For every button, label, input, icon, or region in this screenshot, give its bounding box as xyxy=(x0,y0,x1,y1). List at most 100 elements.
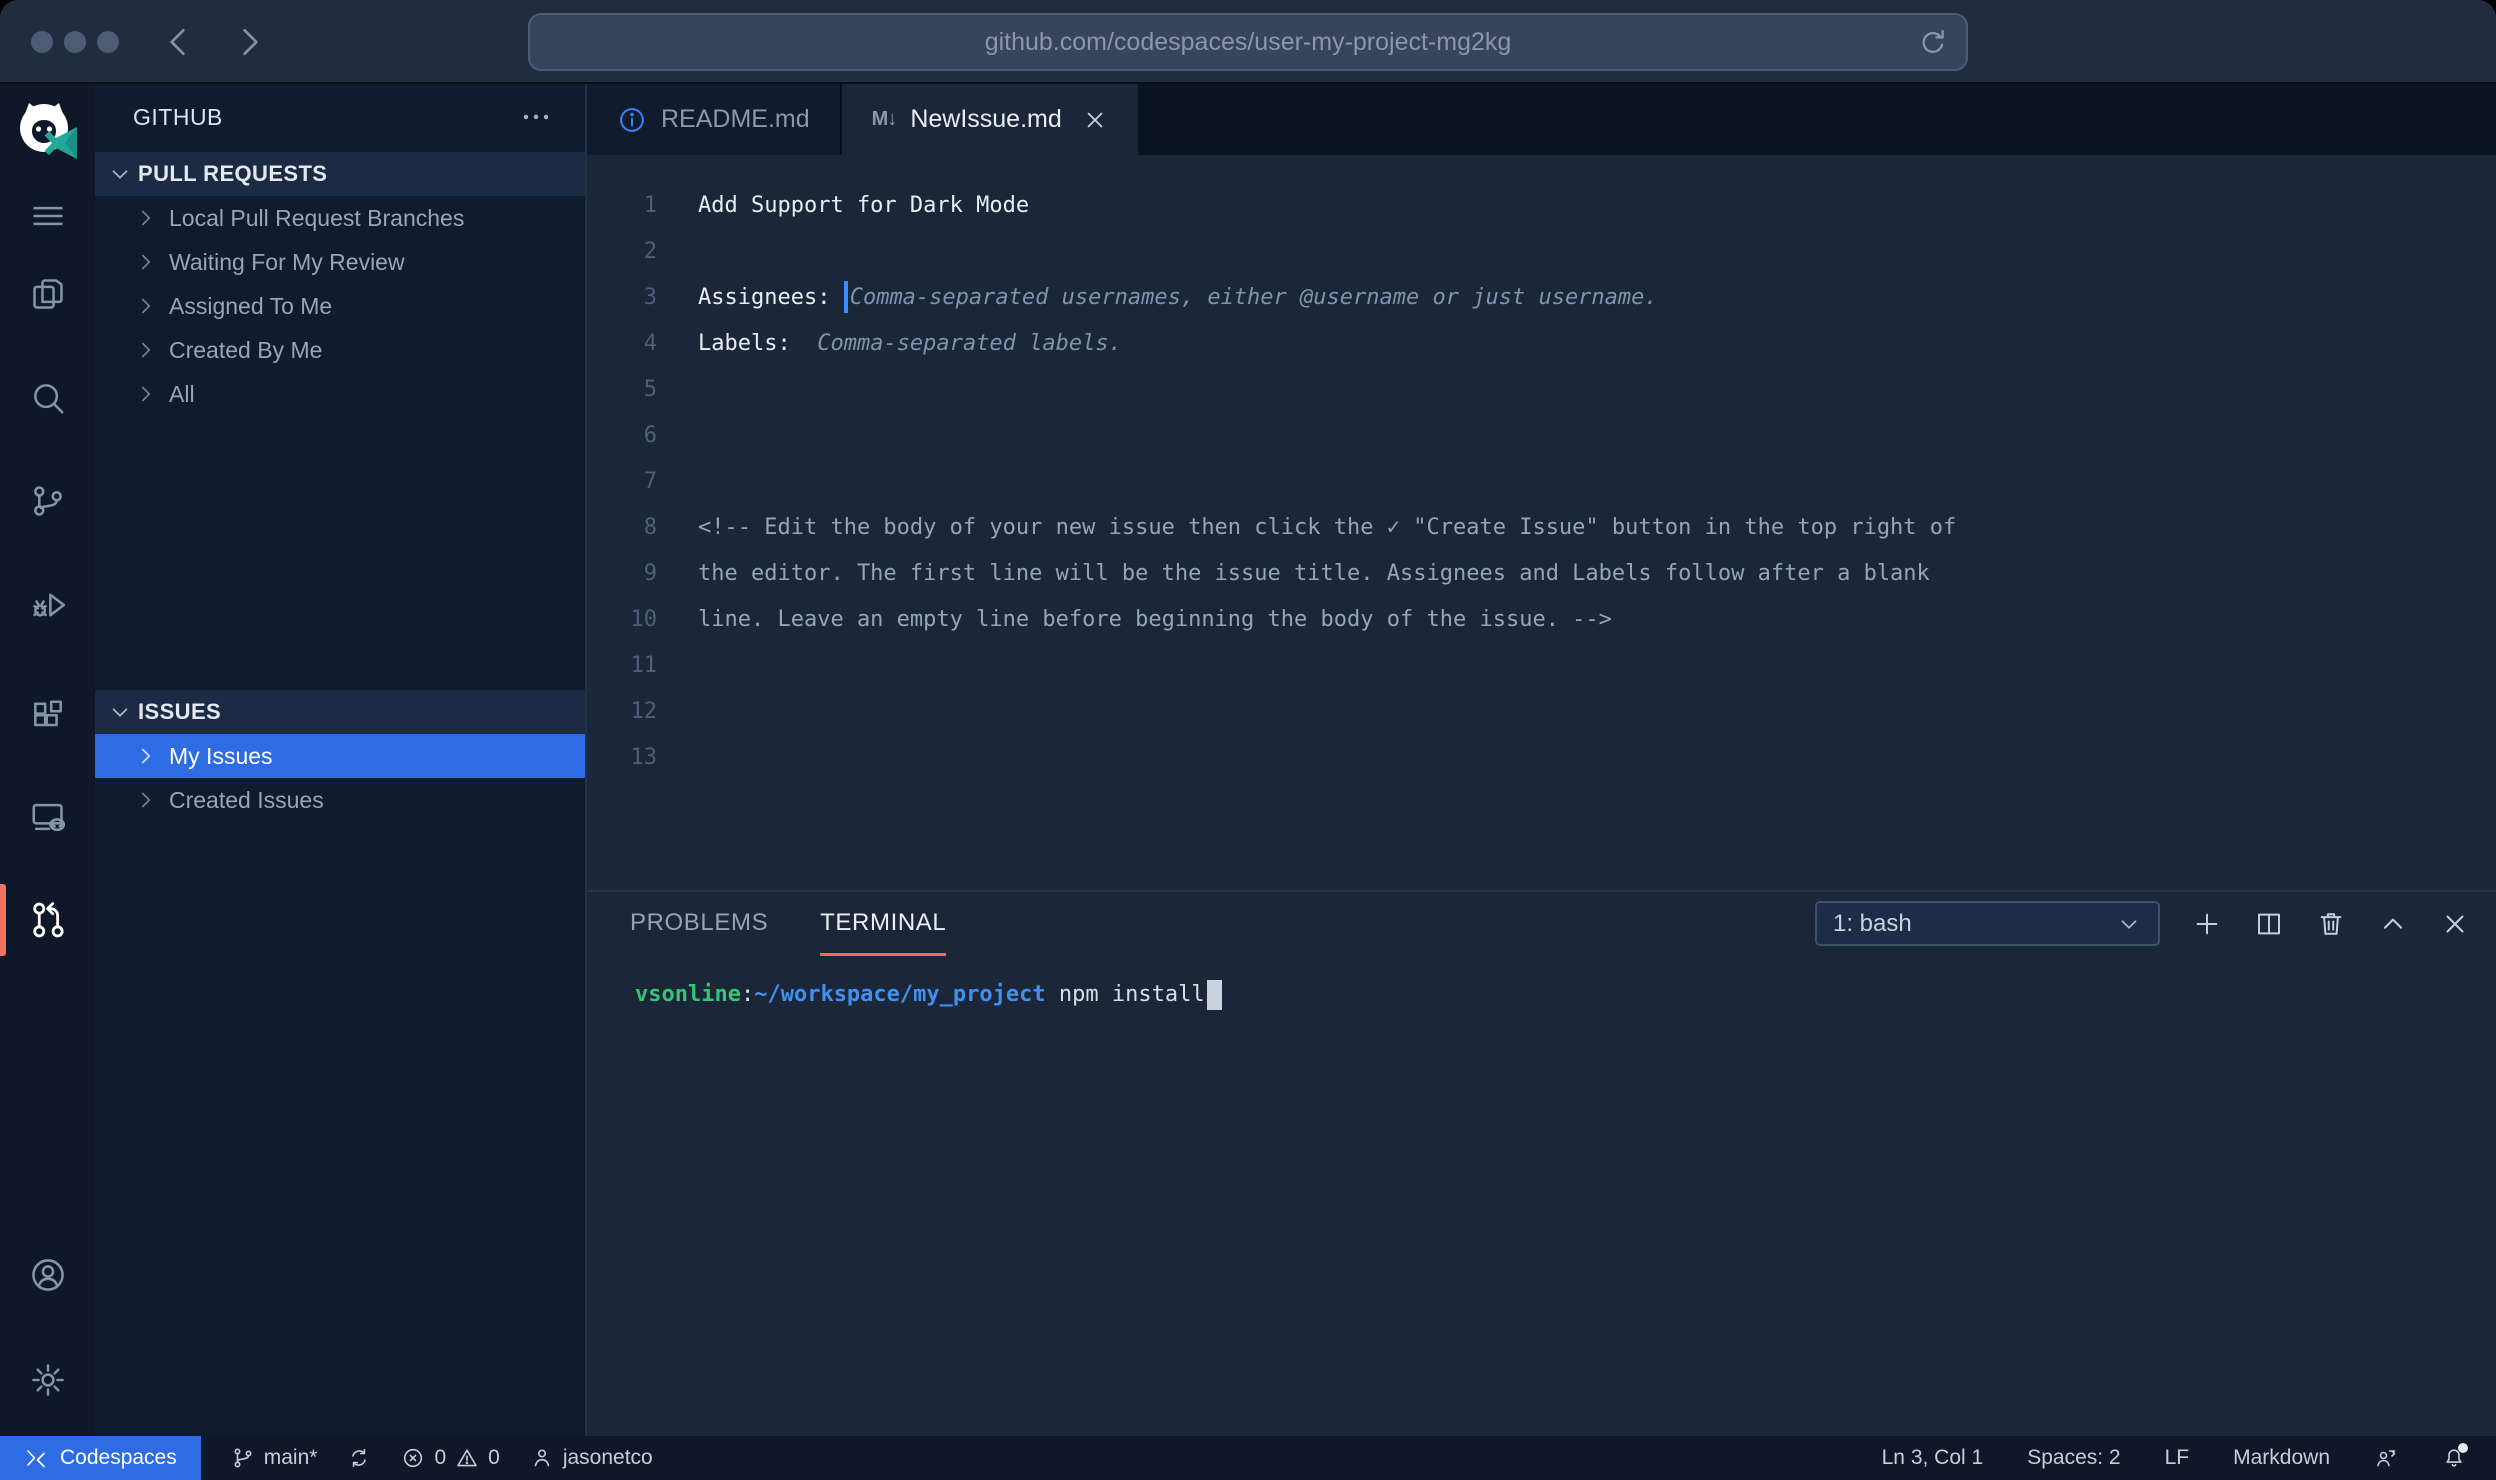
branch-status[interactable]: main* xyxy=(231,1446,318,1470)
editor-line[interactable]: 1 Add Support for Dark Mode xyxy=(587,182,2496,228)
editor-line[interactable]: 5 xyxy=(587,366,2496,412)
tree-item[interactable]: All xyxy=(95,372,585,416)
chevron-right-icon xyxy=(133,249,159,275)
extensions-icon[interactable] xyxy=(0,684,95,748)
line-content: <!-- Edit the body of your new issue the… xyxy=(698,515,1956,540)
close-panel-icon[interactable] xyxy=(2440,909,2470,939)
more-actions-icon[interactable] xyxy=(521,106,551,128)
branch-icon xyxy=(231,1446,255,1470)
github-pull-request-icon[interactable] xyxy=(0,888,95,952)
source-control-icon[interactable] xyxy=(0,469,95,533)
terminal-output[interactable]: vsonline:~/workspace/my_project npm inst… xyxy=(587,956,2496,1010)
close-window-button[interactable] xyxy=(31,31,53,53)
cursor-position-status[interactable]: Ln 3, Col 1 xyxy=(1882,1446,1984,1470)
issues-section: ISSUES My Issues Created Issues xyxy=(95,690,585,822)
terminal-shell-select[interactable]: 1: bash xyxy=(1815,901,2160,946)
section-header-issues[interactable]: ISSUES xyxy=(95,690,585,734)
tree-item[interactable]: Created Issues xyxy=(95,778,585,822)
line-content: line. Leave an empty line before beginni… xyxy=(698,607,1612,632)
editor-line[interactable]: 9 the editor. The first line will be the… xyxy=(587,550,2496,596)
eol-status[interactable]: LF xyxy=(2165,1446,2190,1470)
editor-line[interactable]: 7 xyxy=(587,458,2496,504)
person-icon xyxy=(530,1446,554,1470)
remote-icon xyxy=(24,1446,48,1470)
account-icon[interactable] xyxy=(0,1243,95,1307)
indentation-status[interactable]: Spaces: 2 xyxy=(2027,1446,2120,1470)
editor-line[interactable]: 6 xyxy=(587,412,2496,458)
editor-line[interactable]: 13 xyxy=(587,734,2496,780)
line-number: 13 xyxy=(587,745,657,770)
editor-line[interactable]: 2 xyxy=(587,228,2496,274)
editor-line[interactable]: 4 Labels: Comma-separated labels. xyxy=(587,320,2496,366)
tree-item[interactable]: Assigned To Me xyxy=(95,284,585,328)
status-bar: Codespaces main* 0 0 jasonetco Ln 3, Col… xyxy=(0,1436,2496,1480)
notification-dot xyxy=(2458,1443,2468,1453)
tree-item[interactable]: Waiting For My Review xyxy=(95,240,585,284)
minimize-window-button[interactable] xyxy=(64,31,86,53)
remote-explorer-icon[interactable] xyxy=(0,785,95,849)
split-terminal-icon[interactable] xyxy=(2254,909,2284,939)
warning-icon xyxy=(455,1446,479,1470)
new-terminal-icon[interactable] xyxy=(2192,909,2222,939)
tab-readme[interactable]: README.md xyxy=(587,84,842,155)
line-number: 7 xyxy=(587,469,657,494)
zoom-window-button[interactable] xyxy=(97,31,119,53)
line-number: 5 xyxy=(587,377,657,402)
line-number: 3 xyxy=(587,285,657,310)
line-number: 8 xyxy=(587,515,657,540)
notifications-status[interactable] xyxy=(2442,1446,2466,1470)
editor-line[interactable]: 12 xyxy=(587,688,2496,734)
panel-tab-problems[interactable]: PROBLEMS xyxy=(630,892,768,956)
tree-item[interactable]: Local Pull Request Branches xyxy=(95,196,585,240)
feedback-status[interactable] xyxy=(2374,1446,2398,1470)
reload-icon[interactable] xyxy=(1916,26,1950,60)
editor-content[interactable]: 1 Add Support for Dark Mode 2 3 Assignee… xyxy=(587,155,2496,890)
menu-icon[interactable] xyxy=(0,184,95,248)
window-traffic-lights[interactable] xyxy=(31,31,119,53)
error-icon xyxy=(401,1446,425,1470)
address-bar[interactable]: github.com/codespaces/user-my-project-mg… xyxy=(528,13,1968,71)
back-icon[interactable] xyxy=(160,22,200,62)
line-number: 6 xyxy=(587,423,657,448)
sync-status[interactable] xyxy=(347,1446,371,1470)
editor-line[interactable]: 10 line. Leave an empty line before begi… xyxy=(587,596,2496,642)
chevron-down-icon xyxy=(107,161,133,187)
line-number: 11 xyxy=(587,653,657,678)
remote-indicator[interactable]: Codespaces xyxy=(0,1436,201,1480)
github-sidebar: GITHUB PULL REQUESTS Local Pull Request … xyxy=(95,84,587,1436)
text-cursor xyxy=(844,281,848,313)
kill-terminal-icon[interactable] xyxy=(2316,909,2346,939)
chevron-right-icon xyxy=(133,743,159,769)
sidebar-title-row: GITHUB xyxy=(95,84,585,150)
browser-chrome: github.com/codespaces/user-my-project-mg… xyxy=(0,0,2496,84)
panel-tab-terminal[interactable]: TERMINAL xyxy=(820,892,946,956)
chevron-down-icon xyxy=(107,699,133,725)
user-status[interactable]: jasonetco xyxy=(530,1446,653,1470)
tree-item[interactable]: My Issues xyxy=(95,734,585,778)
line-number: 12 xyxy=(587,699,657,724)
explorer-icon[interactable] xyxy=(0,262,95,326)
markdown-icon: M↓ xyxy=(872,108,897,131)
problems-status[interactable]: 0 0 xyxy=(401,1446,499,1470)
close-tab-icon[interactable] xyxy=(1082,107,1108,133)
panel-header: PROBLEMS TERMINAL 1: bash xyxy=(587,892,2496,956)
settings-gear-icon[interactable] xyxy=(0,1348,95,1412)
pull-requests-section: PULL REQUESTS Local Pull Request Branche… xyxy=(95,152,585,416)
maximize-panel-icon[interactable] xyxy=(2378,909,2408,939)
run-debug-icon[interactable] xyxy=(0,573,95,637)
section-header-pull-requests[interactable]: PULL REQUESTS xyxy=(95,152,585,196)
search-icon[interactable] xyxy=(0,366,95,430)
terminal-separator: : xyxy=(741,982,754,1007)
browser-window: github.com/codespaces/user-my-project-mg… xyxy=(0,0,2496,1480)
forward-icon[interactable] xyxy=(228,22,268,62)
sidebar-title: GITHUB xyxy=(133,104,223,131)
line-number: 2 xyxy=(587,239,657,264)
tree-item[interactable]: Created By Me xyxy=(95,328,585,372)
language-status[interactable]: Markdown xyxy=(2233,1446,2330,1470)
editor-line[interactable]: 3 Assignees: Comma-separated usernames, … xyxy=(587,274,2496,320)
editor-line[interactable]: 8 <!-- Edit the body of your new issue t… xyxy=(587,504,2496,550)
tab-newissue[interactable]: M↓ NewIssue.md xyxy=(842,84,1138,155)
line-number: 1 xyxy=(587,193,657,218)
editor-line[interactable]: 11 xyxy=(587,642,2496,688)
line-number: 9 xyxy=(587,561,657,586)
